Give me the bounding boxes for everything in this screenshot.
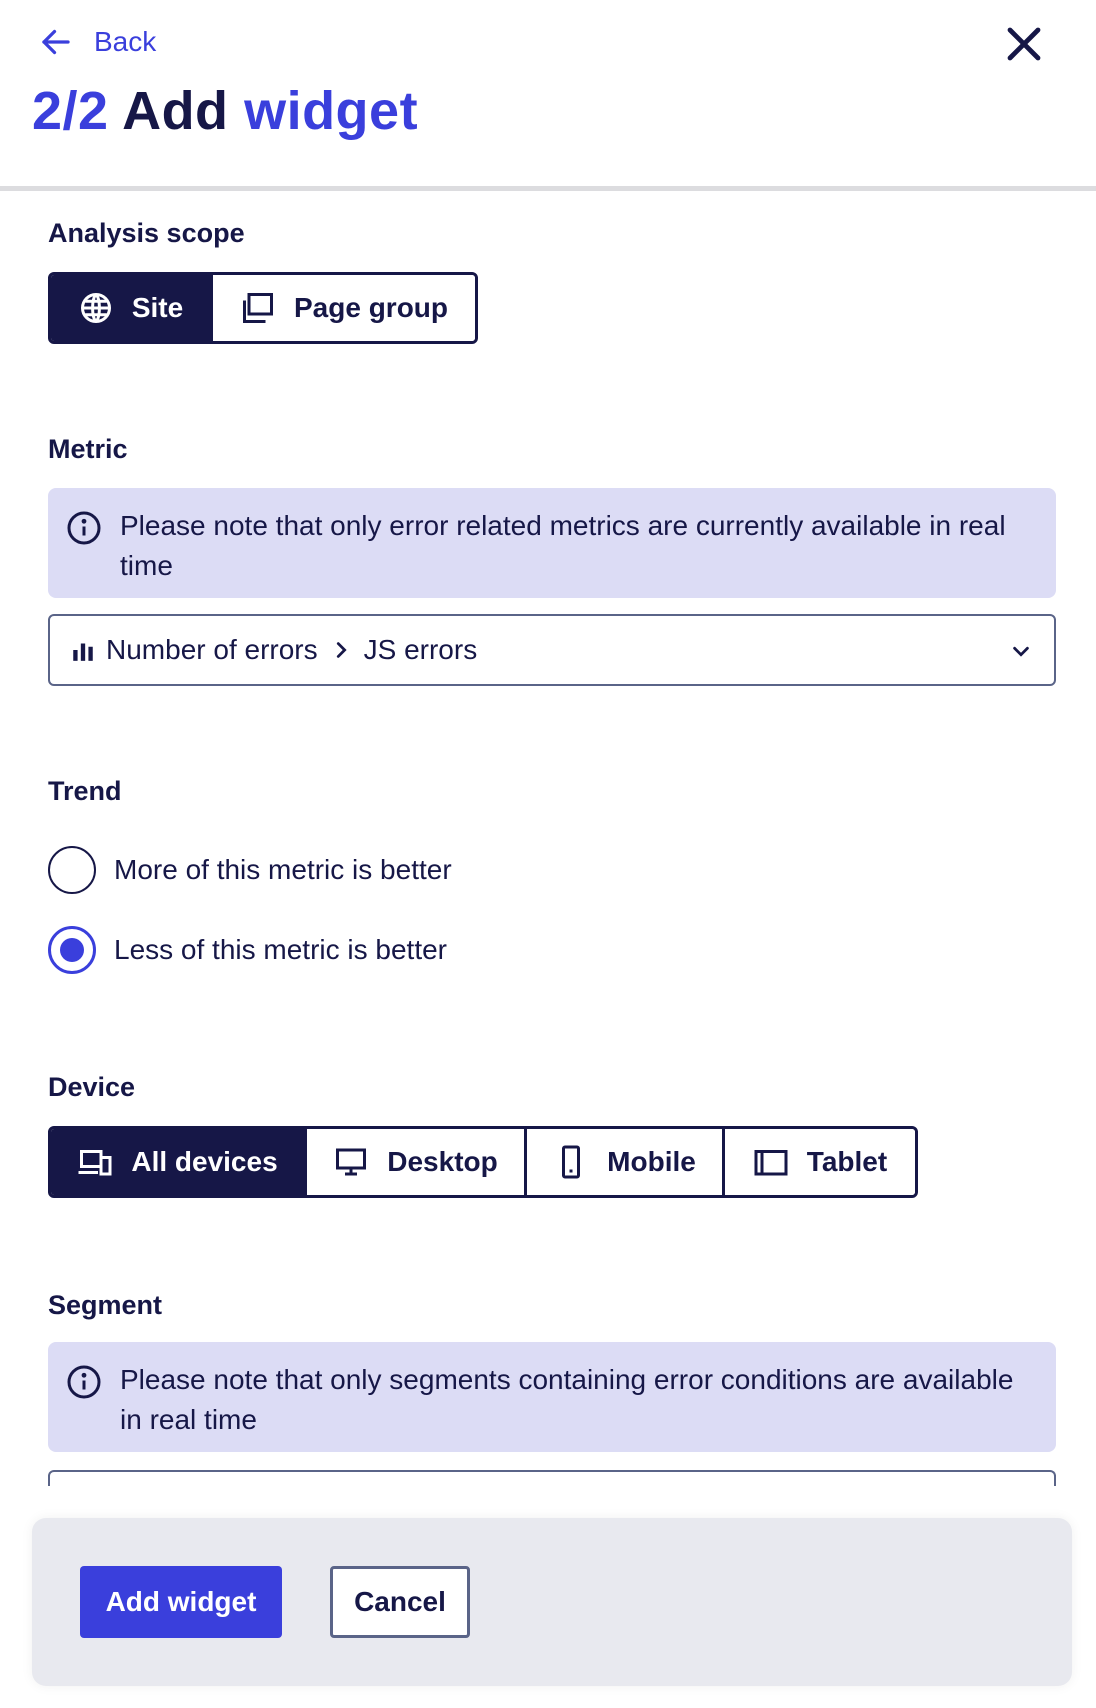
device-option-label: Tablet <box>806 1146 888 1177</box>
trend-option-less[interactable]: Less of this metric is better <box>48 926 447 974</box>
device-option-desktop[interactable]: Desktop <box>307 1129 527 1195</box>
metric-select[interactable]: Number of errors JS errors <box>48 614 1056 686</box>
metric-value: JS errors <box>363 634 478 665</box>
footer: Add widget Cancel <box>0 1486 1096 1708</box>
title-word-widget: widget <box>244 81 419 141</box>
device-option-all[interactable]: All devices <box>51 1129 307 1195</box>
device-label: Device <box>48 1072 136 1102</box>
metric-category: Number of errors <box>106 634 318 665</box>
analysis-scope-toggle: Site Page group <box>48 272 478 344</box>
globe-icon <box>80 293 111 323</box>
analysis-scope-label: Analysis scope <box>48 218 245 248</box>
header: Back 2/2 Add widget <box>0 0 1096 191</box>
device-option-label: Desktop <box>387 1146 498 1177</box>
info-icon <box>67 511 101 545</box>
chevron-right-icon <box>336 642 347 658</box>
segment-info-text: Please note that only segments containin… <box>120 1364 1014 1435</box>
scope-option-label: Page group <box>293 292 448 323</box>
trend-option-more[interactable]: More of this metric is better <box>48 846 452 894</box>
close-icon[interactable] <box>1000 20 1048 68</box>
step-indicator: 2/2 <box>32 81 109 141</box>
add-widget-button[interactable]: Add widget <box>80 1566 282 1638</box>
device-toggle: All devices Desktop Mobile Tablet <box>48 1126 918 1198</box>
tablet-icon <box>754 1150 788 1176</box>
metric-label: Metric <box>48 434 128 464</box>
page-title: 2/2 Add widget <box>32 80 418 142</box>
pages-icon <box>242 293 273 323</box>
desktop-icon <box>336 1148 367 1176</box>
scope-option-page-group[interactable]: Page group <box>213 275 475 341</box>
back-label: Back <box>94 26 157 57</box>
device-option-label: Mobile <box>607 1146 696 1177</box>
info-icon <box>67 1365 101 1399</box>
scope-option-site[interactable]: Site <box>51 275 213 341</box>
arrow-left-icon <box>42 29 70 55</box>
devices-icon <box>78 1150 112 1176</box>
footer-actions: Add widget Cancel <box>32 1518 1072 1686</box>
bar-chart-icon <box>73 643 93 661</box>
header-divider <box>0 186 1096 191</box>
trend-option-label: More of this metric is better <box>114 854 452 885</box>
trend-label: Trend <box>48 776 122 806</box>
add-widget-panel: Back 2/2 Add widget Analysis scope Site … <box>0 0 1096 1708</box>
title-word-add: Add <box>122 81 229 141</box>
metric-info-text: Please note that only error related metr… <box>120 510 1006 581</box>
device-option-tablet[interactable]: Tablet <box>725 1129 915 1195</box>
segment-info-banner: Please note that only segments containin… <box>48 1342 1056 1452</box>
radio-button[interactable] <box>48 846 96 894</box>
mobile-icon <box>562 1145 581 1179</box>
device-option-label: All devices <box>131 1146 278 1177</box>
scope-option-label: Site <box>131 292 184 323</box>
cancel-button[interactable]: Cancel <box>330 1566 470 1638</box>
trend-option-label: Less of this metric is better <box>114 934 448 965</box>
metric-info-banner: Please note that only error related metr… <box>48 488 1056 598</box>
back-button[interactable]: Back <box>38 24 156 60</box>
chevron-down-icon <box>1013 646 1029 657</box>
segment-label: Segment <box>48 1290 163 1320</box>
device-option-mobile[interactable]: Mobile <box>527 1129 725 1195</box>
radio-button-checked[interactable] <box>48 926 96 974</box>
